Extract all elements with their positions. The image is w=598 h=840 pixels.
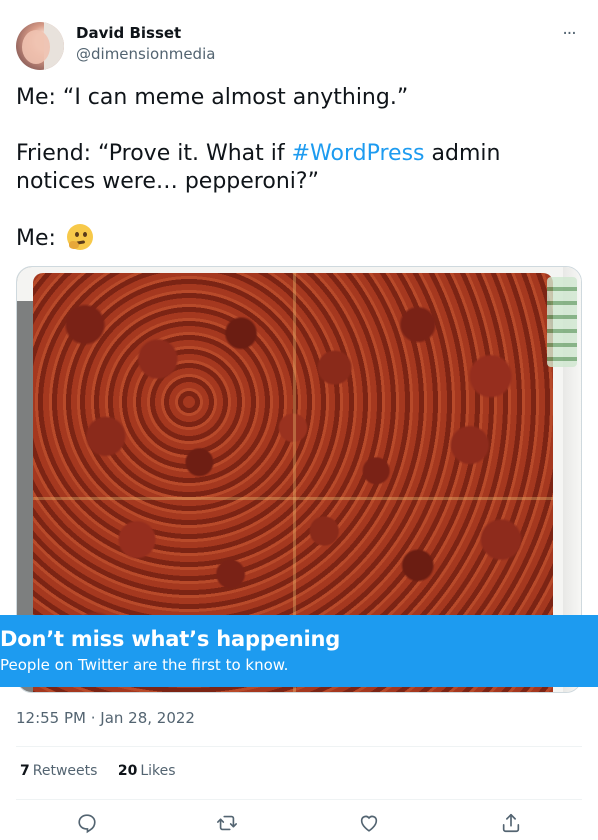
avatar-face (22, 30, 50, 64)
reply-icon[interactable] (76, 812, 98, 834)
tweet-header: David Bisset @dimensionmedia ··· (16, 22, 582, 70)
retweets-label: Retweets (32, 763, 98, 779)
tweet-line-2-start: Friend: “Prove it. What if (16, 141, 292, 166)
tweet-actions (16, 806, 582, 840)
likes-count: 20 (117, 763, 138, 779)
thinking-face-emoji-icon (66, 224, 93, 250)
divider (16, 746, 582, 747)
pizza-box-logo (547, 277, 577, 367)
tweet-line-3-text: Me: (16, 226, 63, 251)
likes-stat[interactable]: 20 Likes (118, 763, 176, 779)
banner-title: Don’t miss what’s happening (0, 627, 341, 651)
signup-banner[interactable]: Don’t miss what’s happening People on Tw… (0, 615, 598, 687)
tweet-line-1: Me: “I can meme almost anything.” (16, 85, 409, 110)
retweets-count: 7 (20, 763, 30, 779)
retweet-icon[interactable] (216, 812, 238, 834)
tweet-stats: 7 Retweets 20 Likes (20, 763, 192, 779)
author-name[interactable]: David Bisset (76, 24, 181, 42)
share-icon[interactable] (500, 812, 522, 834)
tweet-line-3: Me: (16, 224, 582, 253)
author-handle[interactable]: @dimensionmedia (76, 45, 215, 63)
tweet-timestamp[interactable]: 12:55 PM · Jan 28, 2022 (16, 709, 195, 727)
likes-label: Likes (140, 763, 176, 779)
like-icon[interactable] (358, 812, 380, 834)
hashtag-link[interactable]: #WordPress (292, 141, 425, 166)
tweet-text: Me: “I can meme almost anything.” Friend… (16, 84, 582, 253)
avatar[interactable] (16, 22, 64, 70)
more-options-icon[interactable]: ··· (558, 24, 580, 46)
banner-subtitle: People on Twitter are the first to know. (0, 656, 289, 674)
tweet-line-2: Friend: “Prove it. What if #WordPress ad… (16, 140, 582, 196)
divider (16, 799, 582, 800)
retweets-stat[interactable]: 7 Retweets (20, 763, 97, 779)
